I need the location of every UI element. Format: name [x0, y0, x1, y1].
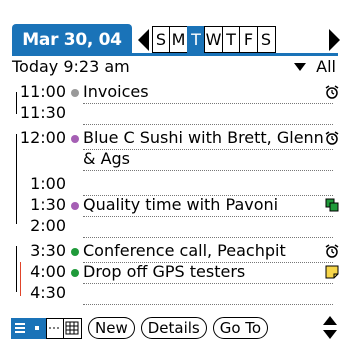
details-button[interactable]: Details	[140, 317, 207, 339]
chevron-down-icon	[294, 62, 307, 71]
repeat-icon	[324, 197, 340, 213]
bottom-toolbar: New Details Go To	[10, 315, 269, 341]
row-dotted-line	[83, 237, 333, 238]
day-thu-button[interactable]: T	[221, 26, 241, 53]
week-view-button[interactable]	[28, 317, 47, 339]
agenda-row[interactable]: & Ags	[0, 148, 348, 171]
next-week-arrow-icon[interactable]	[329, 29, 340, 51]
row-time: 1:00	[30, 174, 66, 193]
category-dot	[71, 89, 79, 97]
note-icon	[324, 264, 340, 280]
day-tue-button[interactable]: T	[186, 26, 206, 53]
prev-week-arrow-icon[interactable]	[138, 29, 149, 51]
day-sat-button[interactable]: S	[256, 26, 276, 53]
month-view-icon	[65, 321, 79, 334]
current-time-label: Today 9:23 am	[12, 57, 130, 76]
date-selector[interactable]: Mar 30, 04	[12, 24, 132, 56]
week-view-icon	[35, 325, 39, 330]
category-dot	[71, 202, 79, 210]
agenda-row[interactable]: 12:00 Blue C Sushi with Brett, Glenn	[0, 127, 348, 150]
agenda-row[interactable]: 1:00	[0, 173, 348, 196]
category-dot	[71, 135, 79, 143]
row-description[interactable]: Quality time with Pavoni	[83, 195, 315, 214]
agenda-row[interactable]: 11:00 Invoices	[0, 81, 348, 104]
row-dotted-line	[83, 124, 333, 125]
row-description[interactable]: Invoices	[83, 82, 315, 101]
row-dotted-line	[83, 304, 333, 305]
goto-button[interactable]: Go To	[212, 317, 269, 339]
agenda-row[interactable]: 3:30 Conference call, Peachpit	[0, 240, 348, 263]
row-time: 12:00	[19, 128, 66, 147]
row-time: 3:30	[30, 241, 66, 260]
agenda-row[interactable]: 2:00	[0, 215, 348, 238]
day-fri-button[interactable]: F	[239, 26, 258, 53]
row-time: 4:00	[30, 262, 66, 281]
header-rule	[12, 53, 338, 56]
row-dotted-line	[83, 170, 333, 171]
agenda-row[interactable]: 1:30 Quality time with Pavoni	[0, 194, 348, 217]
row-time: 11:00	[19, 82, 66, 101]
week-selector: S M T W T F S	[151, 26, 276, 53]
alarm-icon	[324, 243, 340, 259]
row-description[interactable]: & Ags	[83, 149, 315, 168]
row-time: 11:30	[19, 103, 66, 122]
row-time: 4:30	[30, 283, 66, 302]
day-wed-button[interactable]: W	[204, 26, 223, 53]
day-view-icon	[14, 322, 25, 333]
alarm-icon	[324, 84, 340, 100]
category-dot	[71, 248, 79, 256]
alarm-icon	[324, 130, 340, 146]
agenda-row[interactable]: 4:00 Drop off GPS testers	[0, 261, 348, 284]
row-time: 2:00	[30, 216, 66, 235]
day-view-button[interactable]	[10, 317, 30, 339]
day-mon-button[interactable]: M	[169, 26, 188, 53]
agenda-view-icon	[48, 327, 61, 328]
row-time: 1:30	[30, 195, 66, 214]
month-view-button[interactable]	[63, 317, 82, 339]
row-description[interactable]: Drop off GPS testers	[83, 262, 315, 281]
new-button[interactable]: New	[88, 317, 135, 339]
day-sun-button[interactable]: S	[151, 26, 171, 53]
category-filter[interactable]: All	[294, 57, 336, 76]
agenda-row[interactable]: 4:30	[0, 282, 348, 305]
agenda-row[interactable]: 11:30	[0, 102, 348, 125]
category-dot	[71, 269, 79, 277]
category-filter-label: All	[316, 57, 336, 76]
scroll-arrows[interactable]	[322, 315, 338, 341]
scroll-updown-icon	[323, 316, 337, 339]
agenda-view-button[interactable]	[45, 317, 65, 339]
row-description[interactable]: Conference call, Peachpit	[83, 241, 315, 260]
row-description[interactable]: Blue C Sushi with Brett, Glenn	[83, 128, 324, 147]
